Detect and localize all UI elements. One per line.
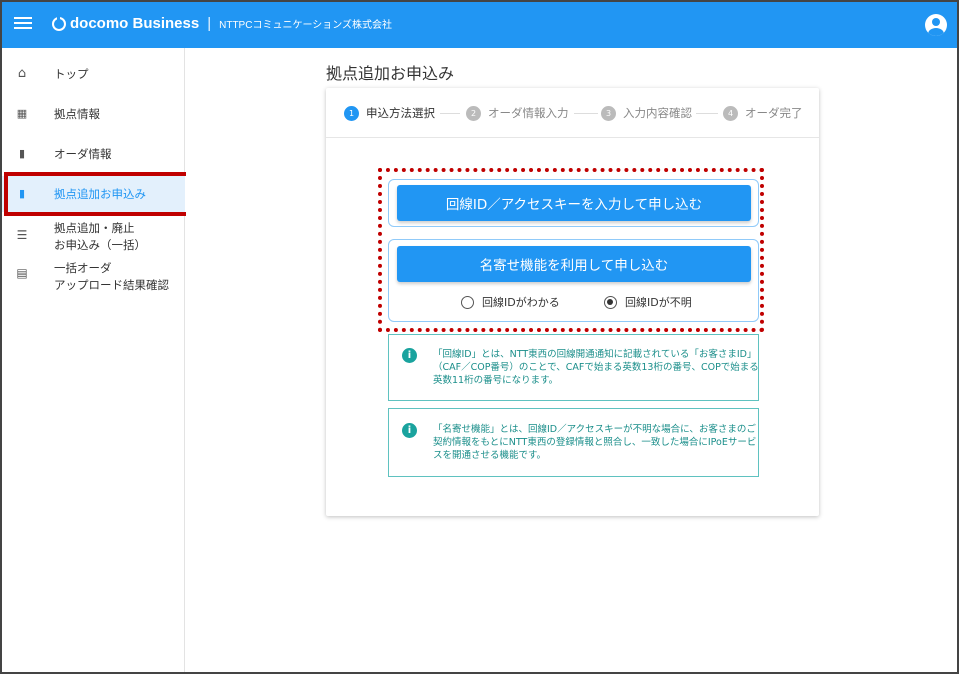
app-frame: docomo Business | NTTPCコミュニケーションズ株式会社 ⌂ …: [0, 0, 959, 674]
info-text: 「名寄せ機能」とは、回線ID／アクセスキーが不明な場合に、お客さまのご契約情報を…: [433, 424, 757, 461]
brand-separator: |: [207, 15, 212, 32]
page-title: 拠点追加お申込み: [326, 64, 455, 83]
radio-checked-icon: [604, 295, 617, 309]
document-icon: ▮: [18, 147, 26, 160]
option-panel-line-id: 回線ID／アクセスキーを入力して申し込む: [388, 179, 759, 227]
option-panel-name-matching: 名寄せ機能を利用して申し込む 回線IDがわかる 回線IDが不明: [388, 239, 759, 322]
docomo-logo-icon: [52, 16, 66, 31]
sidebar: ⌂ トップ ▦ 拠点情報 ▮ オーダ情報 ▮ 拠点追加お申込み ☰ 拠点追加・廃…: [2, 48, 185, 672]
sidebar-item-label-line2: お申込み（一括）: [54, 238, 146, 252]
step-number: 1: [344, 105, 359, 121]
step-label: オーダ情報入力: [488, 106, 569, 120]
step-label: 入力内容確認: [623, 106, 692, 120]
info-text: 「回線ID」とは、NTT東西の回線開通通知に記載されている「お客さまID」（CA…: [433, 349, 759, 386]
step-divider: [440, 113, 460, 114]
sidebar-item-bulk-application[interactable]: ☰ 拠点追加・廃止 お申込み（一括）: [2, 218, 185, 254]
sidebar-item-label: トップ: [54, 67, 89, 81]
brand-logo[interactable]: docomo Business | NTTPCコミュニケーションズ株式会社: [52, 15, 392, 32]
step-divider: [574, 113, 598, 114]
step-label: 申込方法選択: [366, 106, 435, 120]
info-box-name-matching: i 「名寄せ機能」とは、回線ID／アクセスキーが不明な場合に、お客さまのご契約情…: [388, 408, 759, 477]
sidebar-item-label: オーダ情報: [54, 147, 112, 161]
radio-label: 回線IDがわかる: [482, 296, 560, 309]
radio-line-id-unknown[interactable]: 回線IDが不明: [604, 294, 692, 310]
building-icon: ▦: [16, 107, 28, 120]
step-4: 4 オーダ完了: [723, 105, 803, 121]
sidebar-item-order-info[interactable]: ▮ オーダ情報: [2, 142, 185, 166]
apply-with-line-id-button[interactable]: 回線ID／アクセスキーを入力して申し込む: [397, 185, 751, 221]
account-circle-icon[interactable]: [925, 14, 947, 36]
brand-name: docomo Business: [70, 15, 200, 32]
sidebar-item-label: 拠点追加お申込み: [54, 187, 146, 201]
step-2: 2 オーダ情報入力: [466, 105, 569, 121]
sidebar-item-label: 拠点情報: [54, 107, 100, 121]
step-number: 4: [723, 105, 738, 121]
step-1: 1 申込方法選択: [344, 105, 435, 121]
sidebar-item-site-add-application[interactable]: ▮ 拠点追加お申込み: [2, 176, 185, 212]
step-number: 2: [466, 105, 481, 121]
step-3: 3 入力内容確認: [601, 105, 692, 121]
apply-with-name-matching-button[interactable]: 名寄せ機能を利用して申し込む: [397, 246, 751, 282]
info-icon: i: [402, 423, 417, 438]
list-icon: ☰: [16, 228, 28, 242]
sidebar-item-label-line2: アップロード結果確認: [54, 278, 169, 292]
document-add-icon: ▮: [18, 187, 26, 200]
application-card: 1 申込方法選択 2 オーダ情報入力 3 入力内容確認 4 オーダ完了 回線ID…: [326, 88, 819, 516]
info-box-line-id: i 「回線ID」とは、NTT東西の回線開通通知に記載されている「お客さまID」（…: [388, 334, 759, 401]
app-header: docomo Business | NTTPCコミュニケーションズ株式会社: [2, 2, 957, 48]
sidebar-item-bulk-upload-results[interactable]: ▤ 一括オーダ アップロード結果確認: [2, 258, 185, 294]
stepper: 1 申込方法選択 2 オーダ情報入力 3 入力内容確認 4 オーダ完了: [326, 88, 819, 138]
radio-unchecked-icon: [461, 295, 474, 309]
radio-line-id-known[interactable]: 回線IDがわかる: [461, 294, 560, 310]
calendar-icon: ▤: [16, 266, 28, 280]
step-label: オーダ完了: [745, 106, 803, 120]
home-icon: ⌂: [17, 66, 27, 81]
sidebar-item-label-line1: 拠点追加・廃止: [54, 221, 135, 235]
main-content: 拠点追加お申込み 1 申込方法選択 2 オーダ情報入力 3 入力内容確認 4 オ…: [186, 48, 957, 672]
step-number: 3: [601, 105, 616, 121]
info-icon: i: [402, 348, 417, 363]
company-name: NTTPCコミュニケーションズ株式会社: [219, 20, 393, 31]
step-divider: [696, 113, 718, 114]
sidebar-item-site-info[interactable]: ▦ 拠点情報: [2, 102, 185, 126]
hamburger-menu-icon[interactable]: [14, 15, 32, 33]
radio-label: 回線IDが不明: [625, 296, 692, 309]
sidebar-item-label-line1: 一括オーダ: [54, 261, 112, 275]
sidebar-item-top[interactable]: ⌂ トップ: [2, 62, 185, 86]
